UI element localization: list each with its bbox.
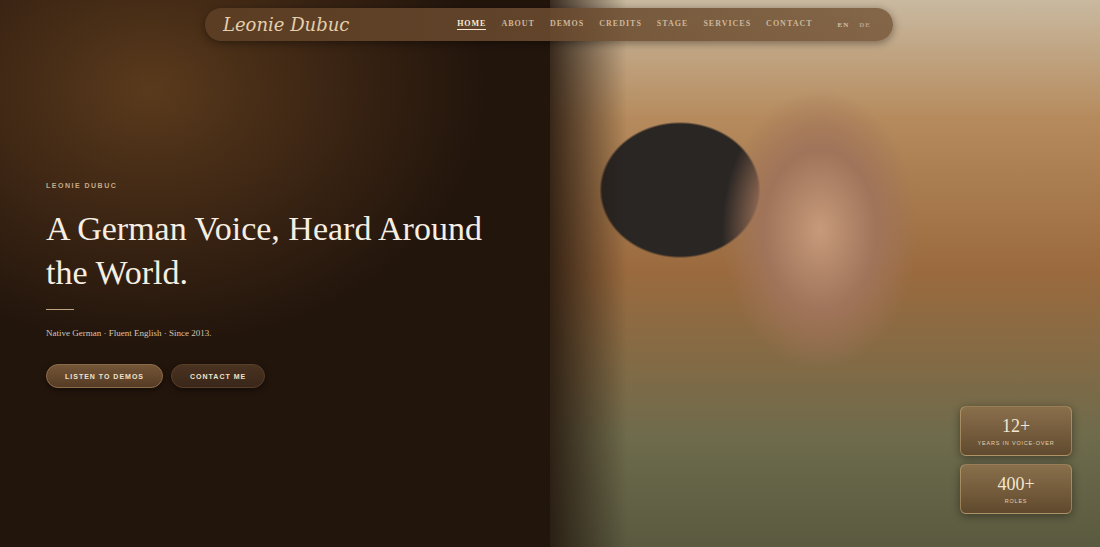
stat-label: ROLES xyxy=(1005,498,1028,504)
language-item[interactable]: DE xyxy=(859,21,871,29)
contact-button[interactable]: CONTACT ME xyxy=(171,364,265,388)
demos-button[interactable]: LISTEN TO DEMOS xyxy=(46,364,163,388)
stat-label: YEARS IN VOICE-OVER xyxy=(978,440,1055,446)
stat-value: 400+ xyxy=(997,474,1034,495)
hero-title-line: the World. xyxy=(46,251,530,295)
nav-bar: Leonie Dubuc HOME ABOUT DEMOS CREDITS STAGE SE… xyxy=(205,8,893,41)
stat-value: 12+ xyxy=(1002,416,1030,437)
stat-card: 12+ YEARS IN VOICE-OVER xyxy=(960,406,1072,456)
hero-page: LEONIE DUBUC A German Voice, Heard Around… xyxy=(0,0,1100,547)
nav-menu: HOME ABOUT DEMOS CREDITS STAGE SERVICES CONTAC… xyxy=(457,19,871,30)
nav-item[interactable]: ABOUT xyxy=(501,19,534,30)
nav-item[interactable]: STAGE xyxy=(657,19,689,30)
stat-card: 400+ ROLES xyxy=(960,464,1072,514)
hero-title: A German Voice, Heard Aroundthe World. xyxy=(46,207,530,295)
language-switch: EN DE xyxy=(838,21,871,29)
hero-panel: LEONIE DUBUC A German Voice, Heard Around… xyxy=(0,0,550,547)
nav-item[interactable]: DEMOS xyxy=(550,19,584,30)
language-item[interactable]: EN xyxy=(838,21,850,29)
nav-item[interactable]: CONTACT xyxy=(766,19,812,30)
nav-item[interactable]: CREDITS xyxy=(599,19,642,30)
hero-eyebrow: LEONIE DUBUC xyxy=(46,182,530,189)
nav-item[interactable]: HOME xyxy=(457,19,486,30)
hero-title-line: A German Voice, Heard Around xyxy=(46,207,530,251)
hero-subtitle: Native German · Fluent English · Since 2… xyxy=(46,328,530,338)
button-row: LISTEN TO DEMOS CONTACT ME xyxy=(46,364,530,388)
logo[interactable]: Leonie Dubuc xyxy=(223,14,349,35)
nav-item[interactable]: SERVICES xyxy=(703,19,751,30)
stats: 12+ YEARS IN VOICE-OVER 400+ ROLES xyxy=(960,406,1072,514)
divider xyxy=(46,309,74,310)
